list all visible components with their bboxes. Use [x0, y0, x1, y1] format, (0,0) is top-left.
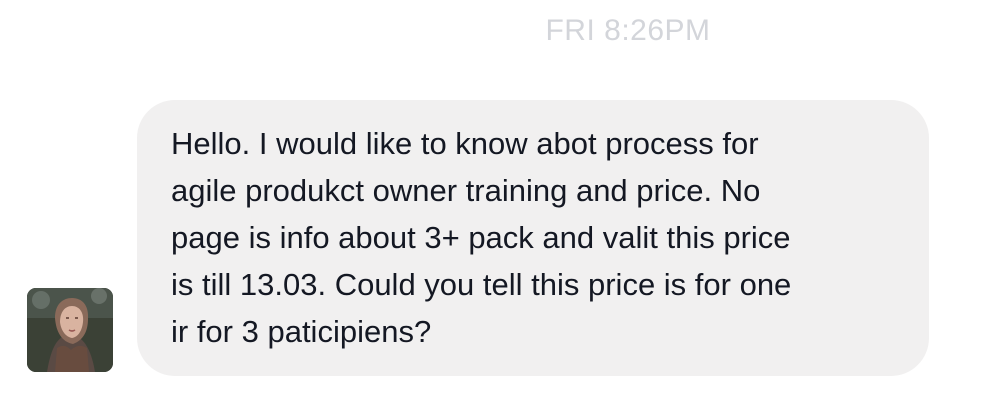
incoming-message-bubble[interactable]: Hello. I would like to know abot process… — [137, 100, 929, 376]
user-avatar-photo-icon — [27, 288, 113, 372]
sender-avatar[interactable] — [27, 288, 113, 372]
message-text: Hello. I would like to know abot process… — [171, 126, 792, 349]
message-thread: FRI 8:26PM Hello. I would like to know a… — [0, 0, 996, 414]
message-timestamp: FRI 8:26PM — [545, 14, 711, 47]
